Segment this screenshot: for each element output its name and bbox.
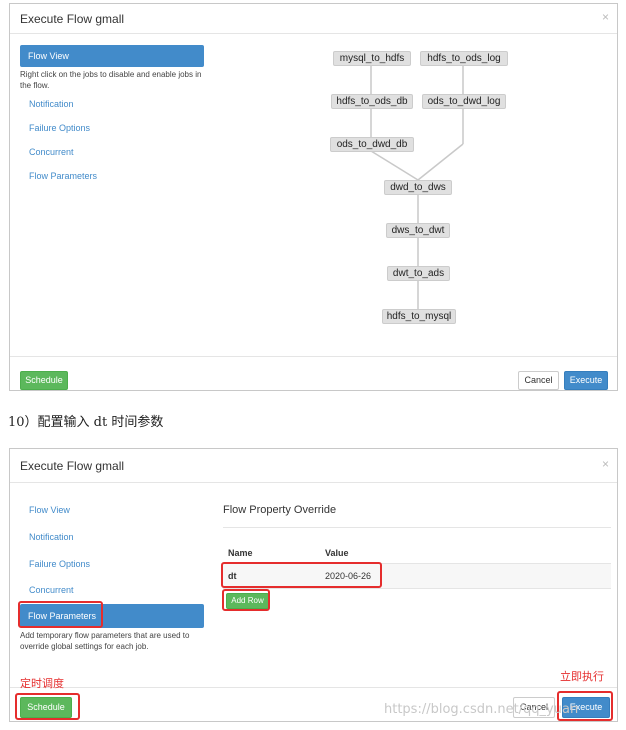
flow-graph-edges	[370, 65, 464, 309]
flow-node-dwd-to-dws[interactable]: dwd_to_dws	[384, 180, 452, 195]
schedule-button[interactable]: Schedule	[20, 371, 68, 390]
section-divider	[223, 527, 611, 528]
highlight-dt-row	[221, 562, 382, 588]
close-icon[interactable]: ×	[602, 457, 609, 471]
modal-header: Execute Flow gmall ×	[10, 449, 617, 483]
flow-node-mysql-to-hdfs[interactable]: mysql_to_hdfs	[333, 51, 411, 66]
execute-button[interactable]: Execute	[564, 371, 608, 390]
highlight-flow-parameters	[18, 601, 103, 628]
watermark: https://blog.csdn.net/qq_yuan	[384, 702, 579, 717]
nav-flow-view[interactable]: Flow View	[29, 505, 70, 515]
highlight-add-row	[222, 589, 270, 611]
flow-node-hdfs-to-mysql[interactable]: hdfs_to_mysql	[382, 309, 456, 324]
cancel-button[interactable]: Cancel	[518, 371, 559, 390]
column-header-value: Value	[325, 548, 349, 558]
nav-concurrent[interactable]: Concurrent	[29, 585, 74, 595]
schedule-annotation: 定时调度	[20, 677, 64, 690]
flow-node-dws-to-dwt[interactable]: dws_to_dwt	[386, 223, 450, 238]
highlight-schedule	[15, 693, 80, 720]
execute-annotation: 立即执行	[560, 670, 604, 683]
nav-notification[interactable]: Notification	[29, 532, 74, 542]
step-caption: 10）配置输入 dt 时间参数	[8, 415, 164, 430]
flow-node-hdfs-to-ods-log[interactable]: hdfs_to_ods_log	[420, 51, 508, 66]
nav-failure-options[interactable]: Failure Options	[29, 559, 90, 569]
section-title: Flow Property Override	[223, 504, 337, 516]
flow-node-ods-to-dwd-db[interactable]: ods_to_dwd_db	[330, 137, 414, 152]
flow-node-ods-to-dwd-log[interactable]: ods_to_dwd_log	[422, 94, 506, 109]
column-header-name: Name	[228, 548, 253, 558]
edge	[417, 143, 464, 181]
execute-flow-modal-top: Execute Flow gmall × Flow View Right cli…	[9, 3, 618, 391]
flow-node-hdfs-to-ods-db[interactable]: hdfs_to_ods_db	[331, 94, 413, 109]
modal-footer: Schedule Cancel Execute	[10, 356, 617, 392]
modal-title: Execute Flow gmall	[20, 459, 125, 473]
flow-node-dwt-to-ads[interactable]: dwt_to_ads	[387, 266, 450, 281]
edge	[370, 150, 419, 181]
flow-parameters-help: Add temporary flow parameters that are u…	[20, 631, 190, 651]
